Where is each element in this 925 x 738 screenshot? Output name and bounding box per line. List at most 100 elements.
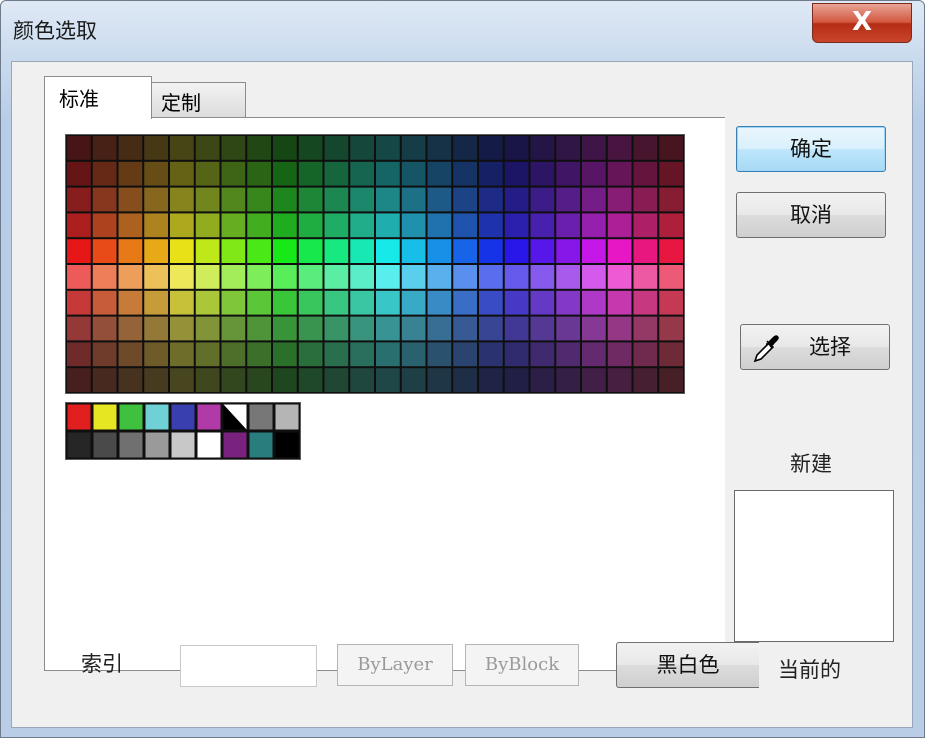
cancel-button[interactable]: 取消 (736, 192, 886, 238)
palette-swatch[interactable] (607, 265, 632, 289)
palette-swatch[interactable] (582, 187, 606, 212)
standard-swatch[interactable] (275, 432, 299, 458)
palette-swatch[interactable] (633, 136, 658, 160)
palette-swatch[interactable] (195, 342, 220, 367)
palette-swatch[interactable] (504, 161, 529, 186)
standard-swatch[interactable] (145, 404, 169, 430)
palette-swatch[interactable] (273, 136, 297, 160)
palette-swatch[interactable] (530, 316, 555, 341)
palette-swatch[interactable] (324, 290, 349, 315)
palette-swatch[interactable] (350, 136, 374, 160)
palette-swatch[interactable] (479, 187, 503, 212)
palette-swatch[interactable] (556, 265, 580, 289)
palette-swatch[interactable] (247, 161, 271, 186)
palette-swatch[interactable] (350, 342, 374, 367)
palette-swatch[interactable] (453, 213, 477, 238)
palette-swatch[interactable] (633, 368, 658, 392)
palette-swatch[interactable] (298, 187, 323, 212)
palette-swatch[interactable] (427, 161, 452, 186)
palette-swatch[interactable] (582, 342, 606, 367)
palette-swatch[interactable] (195, 161, 220, 186)
palette-swatch[interactable] (453, 368, 477, 392)
palette-swatch[interactable] (556, 342, 580, 367)
palette-swatch[interactable] (324, 187, 349, 212)
palette-swatch[interactable] (479, 239, 503, 263)
palette-swatch[interactable] (607, 161, 632, 186)
palette-swatch[interactable] (427, 342, 452, 367)
palette-swatch[interactable] (350, 316, 374, 341)
palette-swatch[interactable] (67, 342, 91, 367)
palette-swatch[interactable] (92, 136, 117, 160)
palette-swatch[interactable] (427, 239, 452, 263)
palette-swatch[interactable] (659, 161, 683, 186)
palette-swatch[interactable] (170, 136, 194, 160)
palette-swatch[interactable] (118, 265, 143, 289)
palette-swatch[interactable] (453, 342, 477, 367)
palette-swatch[interactable] (376, 187, 400, 212)
palette-swatch[interactable] (376, 316, 400, 341)
palette-swatch[interactable] (118, 187, 143, 212)
palette-swatch[interactable] (324, 342, 349, 367)
standard-swatch[interactable] (197, 432, 221, 458)
palette-swatch[interactable] (582, 161, 606, 186)
palette-swatch[interactable] (401, 368, 426, 392)
palette-swatch[interactable] (659, 136, 683, 160)
palette-swatch[interactable] (221, 342, 246, 367)
palette-swatch[interactable] (273, 290, 297, 315)
palette-swatch[interactable] (298, 213, 323, 238)
palette-swatch[interactable] (582, 316, 606, 341)
ok-button[interactable]: 确定 (736, 126, 886, 172)
palette-swatch[interactable] (144, 161, 168, 186)
palette-swatch[interactable] (479, 342, 503, 367)
palette-swatch[interactable] (273, 239, 297, 263)
standard-swatch[interactable] (223, 432, 247, 458)
palette-swatch[interactable] (427, 213, 452, 238)
palette-swatch[interactable] (195, 187, 220, 212)
palette-swatch[interactable] (195, 316, 220, 341)
palette-swatch[interactable] (427, 316, 452, 341)
palette-swatch[interactable] (453, 239, 477, 263)
close-button[interactable]: X (812, 3, 912, 43)
palette-swatch[interactable] (504, 187, 529, 212)
palette-swatch[interactable] (556, 161, 580, 186)
palette-swatch[interactable] (582, 368, 606, 392)
palette-swatch[interactable] (144, 213, 168, 238)
palette-swatch[interactable] (324, 368, 349, 392)
palette-swatch[interactable] (273, 187, 297, 212)
palette-swatch[interactable] (324, 213, 349, 238)
palette-swatch[interactable] (504, 316, 529, 341)
palette-swatch[interactable] (633, 187, 658, 212)
standard-swatch[interactable] (67, 404, 91, 430)
palette-swatch[interactable] (144, 290, 168, 315)
palette-swatch[interactable] (170, 342, 194, 367)
palette-swatch[interactable] (401, 290, 426, 315)
palette-swatch[interactable] (479, 213, 503, 238)
palette-swatch[interactable] (556, 368, 580, 392)
palette-swatch[interactable] (659, 187, 683, 212)
palette-swatch[interactable] (221, 316, 246, 341)
palette-swatch[interactable] (479, 290, 503, 315)
palette-swatch[interactable] (92, 290, 117, 315)
palette-swatch[interactable] (479, 368, 503, 392)
palette-swatch[interactable] (118, 290, 143, 315)
palette-swatch[interactable] (401, 265, 426, 289)
palette-swatch[interactable] (273, 265, 297, 289)
palette-swatch[interactable] (556, 187, 580, 212)
palette-swatch[interactable] (530, 213, 555, 238)
palette-swatch[interactable] (427, 368, 452, 392)
palette-swatch[interactable] (401, 342, 426, 367)
palette-swatch[interactable] (504, 239, 529, 263)
palette-swatch[interactable] (633, 290, 658, 315)
palette-swatch[interactable] (298, 239, 323, 263)
palette-swatch[interactable] (298, 316, 323, 341)
palette-swatch[interactable] (324, 316, 349, 341)
palette-swatch[interactable] (67, 136, 91, 160)
palette-swatch[interactable] (659, 290, 683, 315)
palette-swatch[interactable] (401, 161, 426, 186)
palette-swatch[interactable] (659, 342, 683, 367)
palette-swatch[interactable] (170, 239, 194, 263)
palette-swatch[interactable] (556, 213, 580, 238)
palette-swatch[interactable] (504, 213, 529, 238)
pick-color-button[interactable]: 选择 (740, 324, 890, 370)
palette-swatch[interactable] (67, 265, 91, 289)
